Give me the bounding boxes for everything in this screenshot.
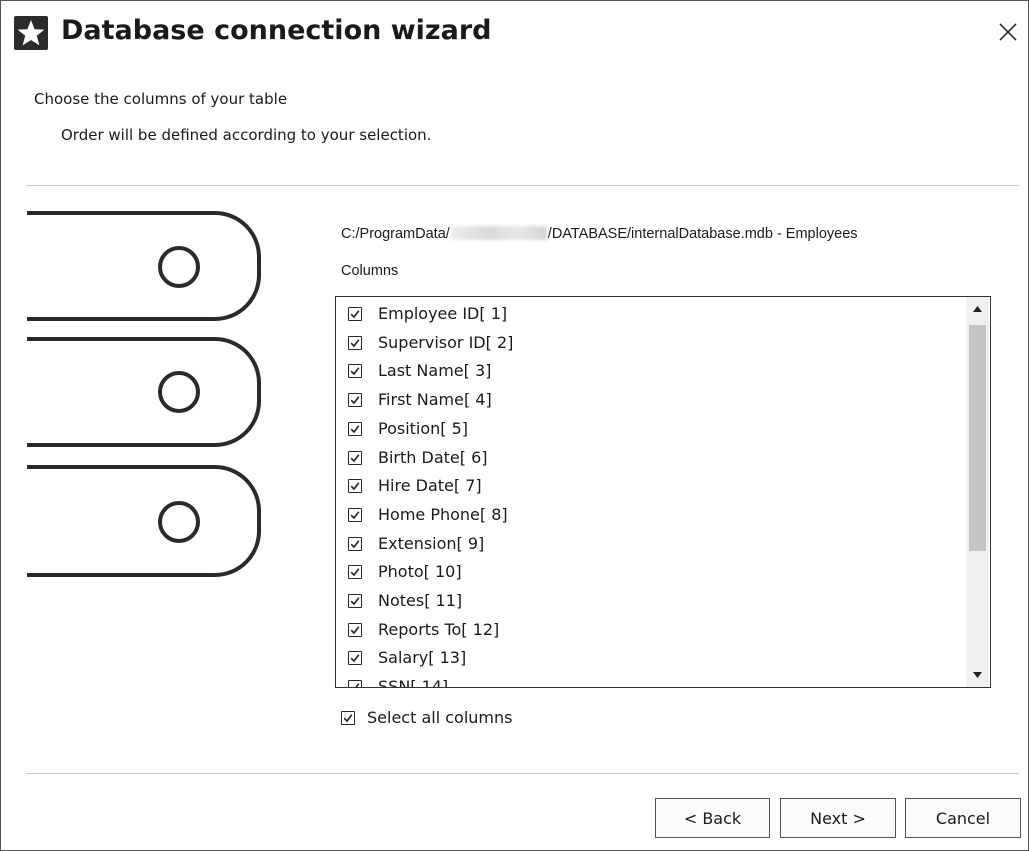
checkbox-checked-icon bbox=[348, 622, 362, 637]
star-icon bbox=[14, 16, 48, 50]
list-item[interactable]: Birth Date[ 6] bbox=[348, 445, 948, 471]
list-item-label: Notes[ 11] bbox=[378, 591, 463, 610]
vertical-scrollbar[interactable] bbox=[966, 297, 989, 687]
list-item[interactable]: First Name[ 4] bbox=[348, 387, 948, 413]
list-item[interactable]: Last Name[ 3] bbox=[348, 358, 948, 384]
checkbox-checked-icon bbox=[348, 421, 362, 436]
scroll-up-icon[interactable] bbox=[966, 297, 989, 323]
redacted-segment bbox=[450, 226, 547, 240]
next-button[interactable]: Next > bbox=[780, 798, 896, 838]
close-icon[interactable] bbox=[993, 17, 1023, 47]
checkbox-checked-icon bbox=[348, 335, 362, 350]
list-item[interactable]: Salary[ 13] bbox=[348, 645, 948, 671]
checkbox-checked-icon bbox=[348, 680, 362, 687]
checkbox-checked-icon bbox=[348, 594, 362, 608]
checkbox-checked-icon bbox=[348, 479, 362, 494]
checkbox-checked-icon bbox=[348, 393, 362, 408]
columns-label: Columns bbox=[341, 263, 399, 279]
checkbox-checked-icon bbox=[348, 307, 362, 321]
columns-list: Employee ID[ 1] Supervisor ID[ 2] Last Nam… bbox=[336, 297, 966, 687]
path-suffix: /DATABASE/internalDatabase.mdb - Employe… bbox=[547, 226, 858, 242]
list-item[interactable]: Reports To[ 12] bbox=[348, 617, 948, 643]
database-servers-icon bbox=[1, 201, 271, 595]
list-item[interactable]: Position[ 5] bbox=[348, 416, 948, 442]
list-item[interactable]: Employee ID[ 1] bbox=[348, 301, 948, 327]
checkbox-checked-icon bbox=[348, 507, 362, 522]
list-item[interactable]: Home Phone[ 8] bbox=[348, 502, 948, 528]
checkbox-checked-icon bbox=[348, 450, 362, 465]
select-all-checkbox[interactable]: Select all columns bbox=[341, 708, 512, 728]
top-divider bbox=[26, 185, 1019, 186]
list-item-label: Last Name[ 3] bbox=[378, 361, 492, 381]
window-title: Database connection wizard bbox=[61, 15, 492, 46]
checkbox-checked-icon bbox=[348, 565, 362, 580]
list-item[interactable]: SSN[ 14] bbox=[348, 674, 948, 687]
bottom-divider bbox=[26, 773, 1019, 774]
path-prefix: C:/ProgramData/ bbox=[341, 226, 450, 242]
list-item[interactable]: Hire Date[ 7] bbox=[348, 473, 948, 499]
list-item-label: Supervisor ID[ 2] bbox=[378, 332, 514, 352]
checkbox-checked-icon bbox=[348, 651, 362, 666]
scroll-down-icon[interactable] bbox=[966, 661, 989, 687]
checkbox-checked-icon bbox=[348, 364, 362, 379]
list-item-label: SSN[ 14] bbox=[378, 677, 449, 687]
list-item-label: Birth Date[ 6] bbox=[378, 447, 488, 467]
list-item[interactable]: Supervisor ID[ 2] bbox=[348, 330, 948, 356]
back-button[interactable]: < Back bbox=[655, 798, 770, 838]
step-heading: Choose the columns of your table bbox=[34, 90, 288, 108]
list-item-label: Position[ 5] bbox=[378, 418, 469, 438]
list-item-label: Employee ID[ 1] bbox=[378, 304, 508, 323]
columns-listbox[interactable]: Employee ID[ 1] Supervisor ID[ 2] Last Nam… bbox=[335, 296, 991, 688]
list-item-label: Hire Date[ 7] bbox=[378, 476, 482, 496]
step-subheading: Order will be defined according to your … bbox=[61, 126, 432, 144]
wizard-window: Database connection wizard Choose the co… bbox=[0, 0, 1029, 851]
list-item-label: Home Phone[ 8] bbox=[378, 504, 508, 524]
select-all-label: Select all columns bbox=[367, 708, 513, 727]
list-item-label: First Name[ 4] bbox=[378, 390, 492, 410]
list-item[interactable]: Photo[ 10] bbox=[348, 559, 948, 585]
title-bar: Database connection wizard bbox=[1, 1, 1028, 67]
checkbox-checked-icon bbox=[341, 711, 355, 725]
list-item-label: Photo[ 10] bbox=[378, 562, 462, 582]
list-item-label: Reports To[ 12] bbox=[378, 619, 500, 639]
cancel-button[interactable]: Cancel bbox=[905, 798, 1021, 838]
list-item-label: Extension[ 9] bbox=[378, 533, 485, 553]
database-path: C:/ProgramData/ /DATABASE/internalDatabas… bbox=[341, 224, 993, 244]
list-item-label: Salary[ 13] bbox=[378, 648, 467, 668]
list-item[interactable]: Extension[ 9] bbox=[348, 531, 948, 557]
list-item[interactable]: Notes[ 11] bbox=[348, 588, 948, 614]
checkbox-checked-icon bbox=[348, 536, 362, 551]
scroll-thumb[interactable] bbox=[969, 325, 986, 551]
